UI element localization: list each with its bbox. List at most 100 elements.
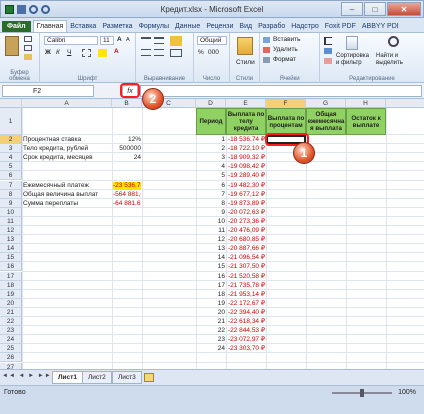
- row-header-11[interactable]: 11: [0, 216, 22, 226]
- period-cell[interactable]: 15: [197, 263, 225, 271]
- table-header-monthly-payment[interactable]: Общая ежемесячна я выплата: [306, 108, 346, 135]
- overpayment-label[interactable]: Сумма переплаты: [23, 200, 111, 208]
- row-header-16[interactable]: 16: [0, 262, 22, 272]
- period-cell[interactable]: 13: [197, 245, 225, 253]
- insert-cells-button[interactable]: Вставить: [273, 36, 301, 43]
- body-payment-cell[interactable]: -20 887,66 ₽: [227, 245, 265, 253]
- sort-filter-button[interactable]: Сортировка и фильтр: [336, 53, 370, 67]
- zoom-level[interactable]: 100%: [398, 389, 416, 396]
- term-value[interactable]: 24: [113, 154, 141, 162]
- table-header-body-payment[interactable]: Выплата по телу кредита: [226, 108, 266, 135]
- thousands-button[interactable]: 000: [208, 49, 219, 56]
- align-center-icon[interactable]: [154, 49, 164, 56]
- font-color-button[interactable]: А: [114, 48, 119, 55]
- period-cell[interactable]: 5: [197, 172, 225, 180]
- row-header-3[interactable]: 3: [0, 144, 22, 154]
- row-header-15[interactable]: 15: [0, 253, 22, 263]
- row-header-2[interactable]: 2: [0, 135, 22, 145]
- rate-value[interactable]: 12%: [113, 136, 141, 144]
- column-header-g[interactable]: G: [306, 99, 346, 108]
- row-header-14[interactable]: 14: [0, 244, 22, 254]
- period-cell[interactable]: 3: [197, 154, 225, 162]
- clear-icon[interactable]: [324, 58, 332, 64]
- formula-input[interactable]: [140, 85, 422, 97]
- period-cell[interactable]: 23: [197, 336, 225, 344]
- worksheet-grid[interactable]: ABCDEFGH 1 2 3 4 5 6 7 8 9 10 11 12 13 14 15 16 17 18 19 20…: [0, 99, 424, 369]
- sheet-tab-3[interactable]: Лист3: [112, 371, 142, 384]
- name-box[interactable]: F2: [2, 85, 94, 97]
- period-cell[interactable]: 16: [197, 273, 225, 281]
- wrap-text-icon[interactable]: [170, 36, 182, 46]
- insert-cells-icon[interactable]: [263, 37, 270, 43]
- body-payment-cell[interactable]: -20 476,09 ₽: [227, 227, 265, 235]
- period-cell[interactable]: 6: [197, 182, 225, 190]
- row-header-5[interactable]: 5: [0, 162, 22, 172]
- tab-formulas[interactable]: Формулы: [136, 21, 172, 32]
- period-cell[interactable]: 18: [197, 291, 225, 299]
- column-header-b[interactable]: B: [112, 99, 142, 108]
- zoom-slider-handle[interactable]: [360, 389, 364, 397]
- loan-body-value[interactable]: 500000: [113, 145, 141, 153]
- column-header-a[interactable]: A: [22, 99, 112, 108]
- row-header-20[interactable]: 20: [0, 298, 22, 308]
- overpayment-value[interactable]: -64 881,67 ₽: [113, 200, 141, 208]
- tab-layout[interactable]: Разметка: [99, 21, 135, 32]
- bold-button[interactable]: Ж: [45, 49, 51, 56]
- body-payment-cell[interactable]: -18 909,32 ₽: [227, 154, 265, 162]
- period-cell[interactable]: 11: [197, 227, 225, 235]
- select-all-corner[interactable]: [0, 99, 22, 108]
- period-cell[interactable]: 19: [197, 300, 225, 308]
- sheet-tab-1[interactable]: Лист1: [52, 371, 83, 384]
- column-header-h[interactable]: H: [346, 99, 386, 108]
- column-header-f[interactable]: F: [266, 99, 306, 108]
- tab-data[interactable]: Данные: [172, 21, 203, 32]
- body-payment-cell[interactable]: -19 873,89 ₽: [227, 200, 265, 208]
- sort-filter-icon[interactable]: [346, 36, 358, 50]
- new-sheet-icon[interactable]: [144, 373, 154, 382]
- monthly-payment-label[interactable]: Ежемесячный платеж: [23, 182, 111, 190]
- period-cell[interactable]: 12: [197, 236, 225, 244]
- tab-foxit[interactable]: Foxit PDF: [322, 21, 359, 32]
- tab-addins[interactable]: Надстро: [288, 21, 322, 32]
- period-cell[interactable]: 2: [197, 145, 225, 153]
- row-header-1[interactable]: 1: [0, 108, 22, 135]
- row-header-10[interactable]: 10: [0, 207, 22, 217]
- period-cell[interactable]: 17: [197, 282, 225, 290]
- tab-review[interactable]: Рецензи: [203, 21, 236, 32]
- body-payment-cell[interactable]: -23 303,70 ₽: [227, 345, 265, 353]
- column-header-d[interactable]: D: [196, 99, 226, 108]
- total-payments-value[interactable]: -564 881,67 ₽: [113, 191, 141, 199]
- body-payment-cell[interactable]: -19 289,40 ₽: [227, 172, 265, 180]
- increase-font-icon[interactable]: А: [117, 36, 122, 43]
- format-cells-icon[interactable]: [263, 57, 270, 63]
- period-cell[interactable]: 4: [197, 163, 225, 171]
- font-size-select[interactable]: 11: [100, 36, 114, 45]
- table-header-period[interactable]: Период: [196, 108, 226, 135]
- body-payment-cell[interactable]: -21 307,50 ₽: [227, 263, 265, 271]
- body-payment-cell[interactable]: -20 273,36 ₽: [227, 218, 265, 226]
- period-cell[interactable]: 21: [197, 318, 225, 326]
- borders-icon[interactable]: [82, 49, 91, 57]
- tab-abbyy[interactable]: ABBYY PDI: [359, 21, 402, 32]
- body-payment-cell[interactable]: -21 735,78 ₽: [227, 282, 265, 290]
- period-cell[interactable]: 20: [197, 309, 225, 317]
- rate-label[interactable]: Процентная ставка: [23, 136, 111, 144]
- body-payment-cell[interactable]: -18 536,74 ₽: [227, 136, 265, 144]
- row-header-13[interactable]: 13: [0, 235, 22, 245]
- italic-button[interactable]: К: [56, 49, 60, 56]
- total-payments-label[interactable]: Общая величина выплат: [23, 191, 111, 199]
- body-payment-cell[interactable]: -21 520,58 ₽: [227, 273, 265, 281]
- copy-icon[interactable]: [24, 45, 32, 51]
- body-payment-cell[interactable]: -18 722,10 ₽: [227, 145, 265, 153]
- row-header-25[interactable]: 25: [0, 344, 22, 354]
- fill-icon[interactable]: [324, 48, 332, 54]
- cut-icon[interactable]: [24, 36, 32, 42]
- row-header-17[interactable]: 17: [0, 271, 22, 281]
- maximize-button[interactable]: □: [364, 2, 386, 16]
- table-header-balance[interactable]: Остаток к выплате: [346, 108, 386, 135]
- body-payment-cell[interactable]: -20 072,63 ₽: [227, 209, 265, 217]
- number-format-select[interactable]: Общий: [197, 36, 227, 45]
- align-middle-icon[interactable]: [154, 37, 164, 44]
- period-cell[interactable]: 1: [197, 136, 225, 144]
- row-header-9[interactable]: 9: [0, 198, 22, 208]
